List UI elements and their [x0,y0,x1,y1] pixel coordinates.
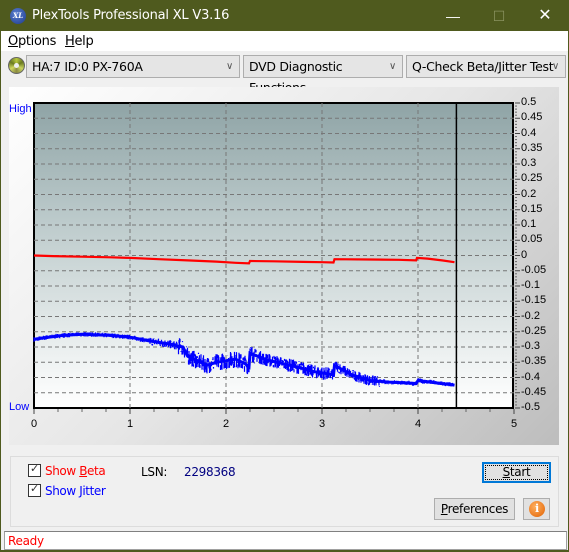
info-icon: i [529,501,545,517]
start-button[interactable]: Start [482,462,551,483]
y-tick-label: -0.3 [521,340,540,352]
lsn-value: 2298368 [184,465,236,479]
status-bar: Ready [4,531,567,550]
show-beta-prefix: Show [45,464,80,478]
x-tick-label: 3 [319,418,326,430]
start-accel: S [502,465,511,479]
y-tick-label: -0.1 [521,279,540,291]
y-tick-label: 0.2 [521,187,537,200]
x-tick-label: 5 [511,418,518,430]
y-tick-label: 0.5 [521,96,537,108]
beta-series-line [33,254,455,265]
y-tick-label: -0.5 [521,401,540,413]
show-jitter-rest: itter [82,484,106,498]
show-beta-accel: B [79,464,88,478]
y-tick-label: 0.35 [521,141,543,154]
x-tick-label: 2 [223,418,230,430]
show-beta-label[interactable]: Show Beta [45,464,106,478]
preferences-accel: P [440,502,448,516]
jitter-series-band [33,332,455,387]
x-tick-label: 4 [415,418,422,430]
show-beta-checkbox[interactable] [28,462,41,477]
x-tick-label: 1 [127,418,134,430]
status-text: Ready [8,534,44,548]
y-tick-label: -0.4 [521,370,540,383]
show-beta-rest: eta [87,464,106,478]
y-tick-label: 0.25 [521,172,543,185]
y-tick-label: -0.35 [521,355,547,368]
info-button[interactable]: i [523,498,550,520]
lsn-label: LSN: [141,465,168,479]
preferences-button[interactable]: Preferences [434,498,515,520]
y-tick-label: 0.15 [521,202,543,215]
show-jitter-checkbox[interactable] [28,482,41,497]
y-tick-label: 0.05 [521,233,543,246]
y-tick-label: -0.2 [521,309,540,322]
y-tick-label: -0.05 [521,263,547,276]
y-tick-label: 0.3 [521,157,537,169]
y-tick-label: 0.1 [521,218,537,230]
x-tick-label: 0 [31,418,38,430]
y-tick-label: -0.45 [521,385,547,398]
start-label: tart [509,465,531,479]
y-tick-label: 0.45 [521,111,543,124]
preferences-label: references [447,502,509,516]
show-jitter-prefix: Show [45,484,80,498]
y-tick-label: 0 [521,248,528,261]
app-window: XL PlexTools Professional XL V3.16 — ☐ ✕… [0,0,569,551]
y-tick-label: -0.25 [521,324,547,337]
show-jitter-label[interactable]: Show Jitter [45,484,106,498]
y-tick-label: -0.15 [521,294,547,307]
y-tick-label: 0.4 [521,126,537,139]
